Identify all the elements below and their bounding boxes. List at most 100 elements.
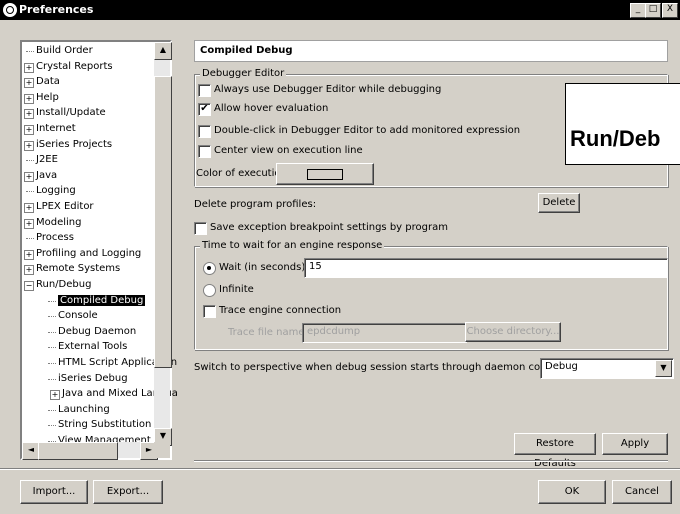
tree-item[interactable]: + Install/Update [24,106,106,120]
tree-item-label: Data [36,76,60,88]
tree-connector [26,191,34,193]
tree-vertical-scrollbar[interactable]: ▲ ▼ [154,42,172,446]
delete-button[interactable]: Delete [538,193,580,213]
maximize-button[interactable]: □ [645,3,661,18]
page-title: Compiled Debug [194,40,668,62]
perspective-select-value: Debug [545,361,578,372]
trace-connection-checkbox[interactable] [203,305,216,318]
tree-item[interactable]: − Run/Debug [24,278,92,292]
center-view-label: Center view on execution line [214,145,363,156]
hscroll-thumb[interactable] [38,442,118,460]
trace-file-input[interactable]: epdcdump [302,323,467,343]
tree-item[interactable]: + Internet [24,122,76,136]
tree-item[interactable]: + Remote Systems [24,262,121,276]
save-exception-checkbox[interactable] [194,222,207,235]
tree-item-label: Profiling and Logging [36,247,142,259]
double-click-checkbox[interactable] [198,125,211,138]
engine-response-legend: Time to wait for an engine response [200,240,385,252]
tree-item[interactable]: + iSeries Projects [24,138,113,152]
tree-connector [48,409,56,411]
tree-item[interactable]: + Crystal Reports [24,60,113,74]
scroll-corner [154,442,170,458]
minimize-button[interactable]: _ [630,3,646,18]
expand-icon[interactable]: + [24,218,34,229]
tree-item-label: External Tools [58,341,128,353]
tree-item[interactable]: + Help [24,91,59,105]
tree-item[interactable]: + Data [24,75,60,89]
app-icon [3,3,17,17]
apply-button[interactable]: Apply [602,433,668,455]
collapse-icon[interactable]: − [24,281,34,291]
close-button[interactable]: X [662,3,678,18]
window-title: Preferences [19,3,94,16]
tree-item-label: Crystal Reports [36,60,113,72]
delete-profiles-label: Delete program profiles: [194,199,317,210]
double-click-label: Double-click in Debugger Editor to add m… [214,125,521,136]
expand-icon[interactable]: + [50,390,60,401]
expand-icon[interactable]: + [24,78,34,89]
restore-defaults-button[interactable]: Restore Defaults [514,433,596,469]
expand-icon[interactable]: + [24,249,34,260]
expand-icon[interactable]: + [24,265,34,276]
expand-icon[interactable]: + [24,140,34,151]
center-view-checkbox[interactable] [198,145,211,158]
tree-connector [48,425,56,427]
tree-horizontal-scrollbar[interactable]: ◄ ► [22,442,158,460]
ok-button[interactable]: OK [538,480,606,504]
allow-hover-label: Allow hover evaluation [214,103,329,114]
always-use-checkbox[interactable] [198,84,211,97]
wait-seconds-radio[interactable] [203,262,216,275]
tree-child-item[interactable]: String Substitution [48,418,152,432]
trace-connection-label: Trace engine connection [219,305,342,316]
title-bar[interactable]: Preferences _ □ X [0,0,680,20]
tree-item[interactable]: J2EE [26,153,58,167]
trace-file-label: Trace file name: [228,327,308,338]
expand-icon[interactable]: + [24,93,34,104]
tree-item-label: Java [36,169,58,181]
tree-item-label: LPEX Editor [36,201,94,212]
tree-item-label: Remote Systems [36,263,121,275]
preferences-tree[interactable]: Build Order + Crystal Reports + Data + Help + In… [20,40,178,460]
tree-connector [48,316,56,318]
tree-connector [26,160,34,162]
tree-item[interactable]: + Profiling and Logging [24,247,142,261]
expand-icon[interactable]: + [24,62,34,73]
import-button[interactable]: Import... [20,480,88,504]
dropdown-arrow-icon[interactable]: ▼ [655,360,672,377]
infinite-radio[interactable] [203,284,216,297]
infinite-label: Infinite [219,284,254,295]
tree-item-label: iSeries Projects [36,138,113,150]
expand-icon[interactable]: + [24,171,34,182]
cancel-button[interactable]: Cancel [612,480,672,504]
choose-directory-button[interactable]: Choose directory... [465,322,561,342]
scroll-up-icon[interactable]: ▲ [154,42,172,60]
tree-child-item[interactable]: iSeries Debug [48,372,128,386]
perspective-select[interactable]: Debug ▼ [540,358,674,379]
tree-child-item[interactable]: Compiled Debug [48,294,146,308]
tree-item[interactable]: Logging [26,184,76,198]
export-button[interactable]: Export... [93,480,163,504]
tree-item-label: iSeries Debug [58,372,128,384]
expand-icon[interactable]: + [24,125,34,135]
tree-item[interactable]: + Java [24,169,58,183]
tree-child-item[interactable]: Console [48,309,98,323]
expand-icon[interactable]: + [24,109,34,120]
expand-icon[interactable]: + [24,203,34,213]
debugger-editor-legend: Debugger Editor [200,68,287,80]
allow-hover-checkbox[interactable]: ✔ [198,103,211,116]
tree-child-item[interactable]: External Tools [48,340,128,354]
tree-child-item[interactable]: Debug Daemon [48,325,136,339]
wait-seconds-input[interactable]: 15 [304,258,668,278]
scroll-thumb[interactable] [154,76,172,368]
tree-connector [48,331,56,333]
tree-item-label: String Substitution [58,419,152,431]
tree-item[interactable]: + LPEX Editor [24,200,94,214]
tree-item-label: Run/Debug [36,279,92,290]
tree-child-item[interactable]: Launching [48,403,110,417]
color-swatch [307,169,343,180]
tree-item-label: Help [36,91,59,103]
tree-item[interactable]: + Modeling [24,216,82,230]
tree-item[interactable]: Process [26,231,74,245]
color-picker-button[interactable] [276,163,374,185]
tree-item[interactable]: Build Order [26,44,93,58]
